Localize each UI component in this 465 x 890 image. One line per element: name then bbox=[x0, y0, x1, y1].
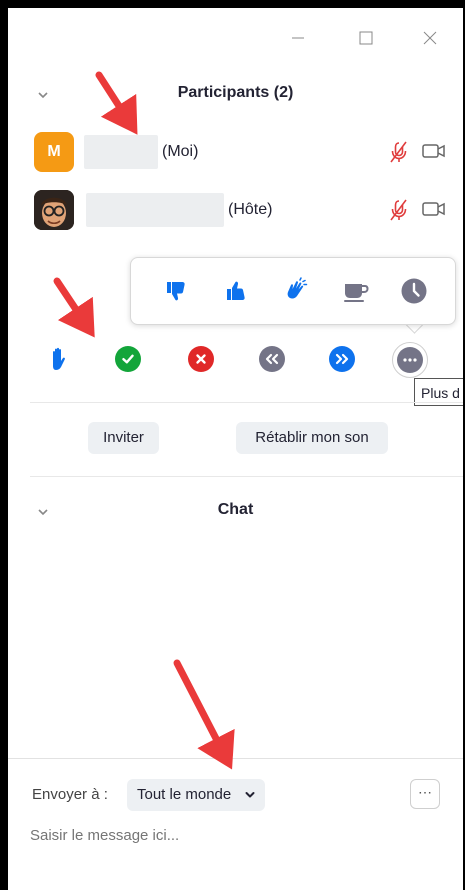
participants-header: Participants (2) bbox=[8, 80, 463, 110]
muted-mic-icon[interactable] bbox=[388, 198, 410, 222]
avatar: M bbox=[34, 132, 74, 172]
chevron-down-icon bbox=[245, 792, 255, 798]
close-button[interactable] bbox=[422, 30, 438, 60]
invite-button[interactable]: Inviter bbox=[88, 422, 159, 454]
chat-header: Chat bbox=[8, 497, 463, 527]
clock-icon[interactable] bbox=[399, 276, 429, 306]
message-input[interactable] bbox=[30, 820, 430, 850]
chat-more-button[interactable]: ⋯ bbox=[410, 779, 440, 809]
raise-hand-button[interactable] bbox=[46, 346, 72, 372]
divider bbox=[30, 402, 463, 403]
recipient-value: Tout le monde bbox=[137, 786, 232, 803]
maximize-button[interactable] bbox=[358, 30, 374, 60]
participants-title: Participants (2) bbox=[177, 84, 294, 101]
chat-title: Chat bbox=[217, 501, 254, 518]
minimize-icon bbox=[292, 37, 304, 39]
close-icon bbox=[423, 31, 437, 45]
participant-row[interactable]: M (Moi) bbox=[34, 132, 454, 172]
x-icon bbox=[196, 354, 206, 364]
go-faster-button[interactable] bbox=[329, 346, 355, 372]
avatar-photo-icon bbox=[34, 190, 74, 230]
coffee-icon[interactable] bbox=[341, 276, 371, 306]
check-icon bbox=[122, 354, 134, 364]
send-to-label: Envoyer à : bbox=[32, 786, 108, 803]
video-camera-icon[interactable] bbox=[422, 200, 446, 218]
maximize-icon bbox=[359, 31, 373, 45]
yes-button[interactable] bbox=[115, 346, 141, 372]
raise-hand-icon bbox=[53, 347, 65, 370]
avatar bbox=[34, 190, 74, 230]
recipient-dropdown[interactable]: Tout le monde bbox=[127, 779, 265, 811]
participants-chat-panel: Participants (2) M (Moi) (Hôte) Plus d I… bbox=[8, 8, 463, 890]
rewind-icon bbox=[265, 353, 279, 365]
chat-footer-divider bbox=[8, 758, 463, 759]
unmute-button[interactable]: Rétablir mon son bbox=[236, 422, 388, 454]
thumbs-down-icon[interactable] bbox=[161, 276, 191, 306]
more-feedback-button[interactable] bbox=[392, 342, 428, 378]
minimize-button[interactable] bbox=[290, 30, 306, 60]
fast-forward-icon bbox=[335, 353, 349, 365]
muted-mic-icon[interactable] bbox=[388, 140, 410, 164]
thumbs-up-icon[interactable] bbox=[221, 276, 251, 306]
participant-name-redacted bbox=[86, 193, 224, 227]
participant-row[interactable]: (Hôte) bbox=[34, 190, 454, 230]
participant-suffix: (Moi) bbox=[162, 143, 199, 160]
clap-icon[interactable] bbox=[281, 276, 311, 306]
go-slower-button[interactable] bbox=[259, 346, 285, 372]
participant-suffix: (Hôte) bbox=[228, 201, 273, 218]
divider bbox=[30, 476, 463, 477]
no-button[interactable] bbox=[188, 346, 214, 372]
video-camera-icon[interactable] bbox=[422, 142, 446, 160]
more-dots-icon bbox=[397, 347, 423, 373]
reactions-popup bbox=[130, 257, 456, 325]
participant-name-redacted bbox=[84, 135, 158, 169]
